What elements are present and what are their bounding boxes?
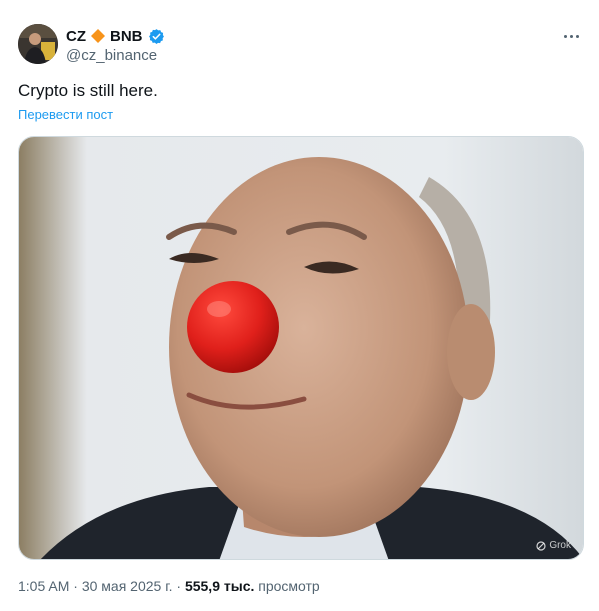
tweet-date[interactable]: 30 мая 2025 г. [82,578,173,594]
grok-watermark: Grok [536,540,571,551]
views-label: просмотр [258,578,320,594]
author-name-end: BNB [110,27,143,45]
author-handle[interactable]: @cz_binance [66,47,157,64]
meta-separator: · [73,578,78,594]
translate-link[interactable]: Перевести пост [18,107,113,122]
tweet-image[interactable]: Grok [18,136,584,560]
meta-separator: · [176,578,182,594]
grok-logo-icon [536,540,546,551]
tweet-card: CZ BNB @cz_binance Crypto is still here.… [0,0,599,611]
avatar-image [18,24,58,64]
author-name-start: CZ [66,27,86,45]
author-avatar[interactable] [18,24,58,64]
portrait-image [19,137,583,559]
more-options-icon[interactable] [561,27,581,45]
tweet-meta: 1:05 AM · 30 мая 2025 г. · 555,9 тыс. пр… [18,578,320,594]
tweet-text: Crypto is still here. [18,81,158,100]
tweet-time[interactable]: 1:05 AM [18,578,69,594]
author-name[interactable]: CZ BNB [66,26,165,46]
orange-diamond-icon [90,28,106,44]
watermark-text: Grok [549,540,571,551]
views-count: 555,9 тыс. [184,578,255,594]
verified-badge-icon [148,28,165,45]
